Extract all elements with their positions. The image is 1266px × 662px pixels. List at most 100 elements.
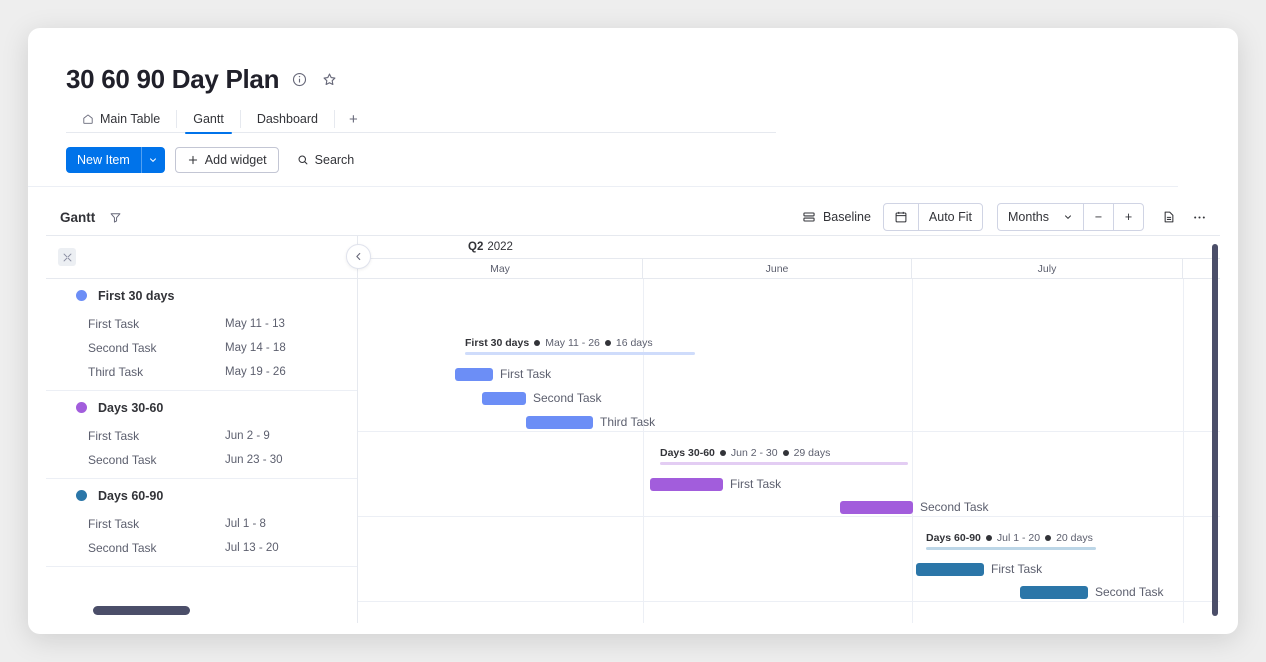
group-color-dot: [76, 402, 87, 413]
task-date: May 14 - 18: [225, 342, 357, 354]
quarter-header: Q2 2022: [358, 236, 1220, 258]
group-summary-label: Days 30-60 Jun 2 - 30 29 days: [660, 447, 908, 459]
group-summary-bar[interactable]: Days 30-60 Jun 2 - 30 29 days: [660, 447, 908, 465]
collapse-panel-button[interactable]: [346, 244, 371, 269]
task-bar-label: Third Task: [600, 415, 655, 429]
add-widget-button[interactable]: Add widget: [175, 147, 279, 173]
task-bar[interactable]: [840, 501, 913, 514]
task-bar-label: Second Task: [1095, 585, 1164, 599]
group-block: Days 60-90 First Task Jul 1 - 8 Second T…: [46, 479, 357, 567]
dot-separator-icon: [534, 340, 540, 346]
task-bar-row[interactable]: First Task: [916, 562, 1042, 576]
title-row: 30 60 90 Day Plan: [66, 64, 1238, 95]
timeline-grid: First 30 days May 11 - 26 16 days First …: [358, 279, 1220, 623]
zoom-in-button[interactable]: +: [1113, 204, 1143, 230]
list-item[interactable]: Second Task Jun 23 - 30: [46, 448, 357, 472]
gantt-widget-title: Gantt: [60, 210, 95, 225]
summary-rail: [660, 462, 908, 465]
chevron-down-icon: [1063, 212, 1073, 222]
list-item[interactable]: First Task Jul 1 - 8: [46, 512, 357, 536]
group-color-dot: [76, 490, 87, 501]
list-item[interactable]: Second Task May 14 - 18: [46, 336, 357, 360]
star-icon[interactable]: [319, 70, 339, 90]
auto-fit-button[interactable]: Auto Fit: [918, 204, 982, 230]
month-cell-june: June: [643, 259, 912, 278]
action-bar: New Item Add widget Search: [28, 133, 1238, 187]
app-window: 30 60 90 Day Plan Main Table: [28, 28, 1238, 634]
task-name: First Task: [88, 429, 139, 443]
group-title: Days 60-90: [98, 489, 163, 503]
home-icon: [82, 113, 94, 125]
page-title: 30 60 90 Day Plan: [66, 64, 279, 95]
calendar-icon[interactable]: [884, 204, 918, 230]
export-document-icon[interactable]: [1154, 203, 1184, 231]
grid-line: [912, 279, 913, 623]
baseline-button[interactable]: Baseline: [790, 203, 883, 231]
task-bar-label: First Task: [500, 367, 551, 381]
summary-dates: May 11 - 26: [545, 337, 600, 349]
gantt-left-pane: First 30 days First Task May 11 - 13 Sec…: [46, 236, 358, 623]
task-bar-label: Second Task: [920, 500, 989, 514]
gantt-body: First 30 days First Task May 11 - 13 Sec…: [46, 235, 1220, 623]
list-item[interactable]: Second Task Jul 13 - 20: [46, 536, 357, 560]
task-bar-label: First Task: [991, 562, 1042, 576]
group-header[interactable]: Days 30-60: [46, 391, 357, 424]
task-bar[interactable]: [650, 478, 723, 491]
task-bar[interactable]: [916, 563, 984, 576]
task-bar-label: Second Task: [533, 391, 602, 405]
gantt-widget-header: Gantt Baseline: [46, 199, 1220, 235]
summary-dates: Jul 1 - 20: [997, 532, 1040, 544]
month-cell-july: July: [912, 259, 1183, 278]
zoom-level-select[interactable]: Months: [998, 204, 1083, 230]
task-date: Jun 2 - 9: [225, 430, 357, 442]
more-options-icon[interactable]: [1184, 203, 1214, 231]
minimize-icon[interactable]: [58, 248, 76, 266]
grid-line: [643, 279, 644, 623]
tab-gantt[interactable]: Gantt: [177, 105, 240, 133]
task-name: Second Task: [88, 341, 157, 355]
group-summary-label: First 30 days May 11 - 26 16 days: [465, 337, 695, 349]
task-date: Jul 13 - 20: [225, 542, 357, 554]
filter-icon[interactable]: [109, 211, 122, 224]
task-bar[interactable]: [455, 368, 493, 381]
group-header[interactable]: Days 60-90: [46, 479, 357, 512]
new-item-button[interactable]: New Item: [66, 147, 165, 173]
task-name: Second Task: [88, 541, 157, 555]
list-item[interactable]: Third Task May 19 - 26: [46, 360, 357, 384]
chevron-down-icon[interactable]: [141, 147, 165, 173]
task-bar[interactable]: [482, 392, 526, 405]
tab-main-table[interactable]: Main Table: [66, 105, 176, 133]
task-bar-row[interactable]: First Task: [455, 367, 551, 381]
list-item[interactable]: First Task Jun 2 - 9: [46, 424, 357, 448]
info-icon[interactable]: [289, 70, 309, 90]
group-title: First 30 days: [98, 289, 174, 303]
group-summary-bar[interactable]: Days 60-90 Jul 1 - 20 20 days: [926, 532, 1096, 550]
horizontal-scrollbar[interactable]: [93, 606, 190, 615]
task-bar-row[interactable]: Second Task: [1020, 585, 1164, 599]
dot-separator-icon: [986, 535, 992, 541]
search-button[interactable]: Search: [289, 147, 363, 173]
task-bar-row[interactable]: First Task: [650, 477, 781, 491]
summary-title: Days 60-90: [926, 532, 981, 544]
task-bar[interactable]: [1020, 586, 1088, 599]
zoom-out-button[interactable]: −: [1083, 204, 1113, 230]
group-divider: [358, 516, 1220, 517]
summary-duration: 29 days: [794, 447, 831, 459]
add-tab-button[interactable]: +: [335, 105, 372, 133]
task-bar[interactable]: [526, 416, 593, 429]
search-label: Search: [315, 153, 355, 167]
group-divider: [358, 431, 1220, 432]
task-name: First Task: [88, 517, 139, 531]
quarter-label: Q2: [468, 241, 483, 253]
task-bar-row[interactable]: Second Task: [840, 500, 989, 514]
vertical-scrollbar[interactable]: [1212, 244, 1218, 616]
task-bar-row[interactable]: Third Task: [526, 415, 655, 429]
tab-dashboard[interactable]: Dashboard: [241, 105, 334, 133]
group-summary-bar[interactable]: First 30 days May 11 - 26 16 days: [465, 337, 695, 355]
task-bar-row[interactable]: Second Task: [482, 391, 602, 405]
baseline-label: Baseline: [823, 210, 871, 224]
list-item[interactable]: First Task May 11 - 13: [46, 312, 357, 336]
group-block: Days 30-60 First Task Jun 2 - 9 Second T…: [46, 391, 357, 479]
task-bar-label: First Task: [730, 477, 781, 491]
group-header[interactable]: First 30 days: [46, 279, 357, 312]
